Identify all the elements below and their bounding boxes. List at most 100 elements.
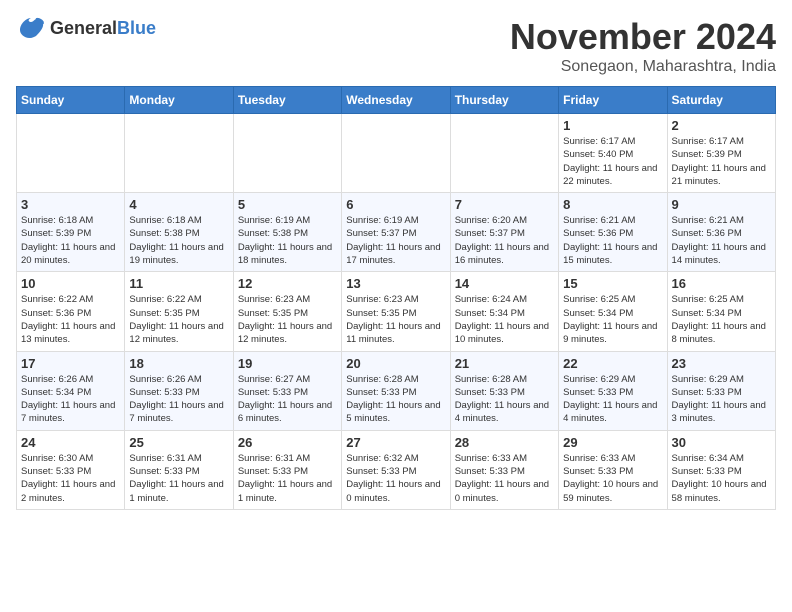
header-tuesday: Tuesday [233,87,341,114]
page-header: GeneralBlue November 2024 Sonegaon, Maha… [16,16,776,76]
day-info: Sunrise: 6:22 AM Sunset: 5:36 PM Dayligh… [21,293,120,346]
day-number: 16 [672,276,771,291]
day-cell: 8 Sunrise: 6:21 AM Sunset: 5:36 PM Daylig… [559,193,667,272]
day-info: Sunrise: 6:22 AM Sunset: 5:35 PM Dayligh… [129,293,228,346]
header-thursday: Thursday [450,87,558,114]
calendar-header: Sunday Monday Tuesday Wednesday Thursday… [17,87,776,114]
day-cell: 4 Sunrise: 6:18 AM Sunset: 5:38 PM Daylig… [125,193,233,272]
day-info: Sunrise: 6:19 AM Sunset: 5:38 PM Dayligh… [238,214,337,267]
week-row-3: 10Sunrise: 6:22 AM Sunset: 5:36 PM Dayli… [17,272,776,351]
day-cell: 11 Sunrise: 6:22 AM Sunset: 5:35 PM Dayli… [125,272,233,351]
day-info: Sunrise: 6:26 AM Sunset: 5:33 PM Dayligh… [129,373,228,426]
day-info: Sunrise: 6:28 AM Sunset: 5:33 PM Dayligh… [346,373,445,426]
title-block: November 2024 Sonegaon, Maharashtra, Ind… [510,16,776,76]
day-number: 24 [21,435,120,450]
day-info: Sunrise: 6:28 AM Sunset: 5:33 PM Dayligh… [455,373,554,426]
day-number: 9 [672,197,771,212]
day-cell: 18 Sunrise: 6:26 AM Sunset: 5:33 PM Dayli… [125,351,233,430]
day-info: Sunrise: 6:34 AM Sunset: 5:33 PM Dayligh… [672,452,771,505]
day-info: Sunrise: 6:18 AM Sunset: 5:38 PM Dayligh… [129,214,228,267]
day-number: 8 [563,197,662,212]
day-cell [125,114,233,193]
day-cell: 19 Sunrise: 6:27 AM Sunset: 5:33 PM Dayli… [233,351,341,430]
day-number: 15 [563,276,662,291]
day-number: 6 [346,197,445,212]
day-number: 12 [238,276,337,291]
day-number: 3 [21,197,120,212]
day-cell: 5Sunrise: 6:19 AM Sunset: 5:38 PM Daylig… [233,193,341,272]
day-number: 4 [129,197,228,212]
day-cell: 12Sunrise: 6:23 AM Sunset: 5:35 PM Dayli… [233,272,341,351]
day-number: 29 [563,435,662,450]
day-cell: 2Sunrise: 6:17 AM Sunset: 5:39 PM Daylig… [667,114,775,193]
day-info: Sunrise: 6:33 AM Sunset: 5:33 PM Dayligh… [563,452,662,505]
day-number: 2 [672,118,771,133]
day-cell [450,114,558,193]
header-row: Sunday Monday Tuesday Wednesday Thursday… [17,87,776,114]
day-info: Sunrise: 6:31 AM Sunset: 5:33 PM Dayligh… [238,452,337,505]
day-info: Sunrise: 6:27 AM Sunset: 5:33 PM Dayligh… [238,373,337,426]
day-info: Sunrise: 6:29 AM Sunset: 5:33 PM Dayligh… [672,373,771,426]
calendar-body: 1Sunrise: 6:17 AM Sunset: 5:40 PM Daylig… [17,114,776,510]
day-number: 21 [455,356,554,371]
day-cell: 16 Sunrise: 6:25 AM Sunset: 5:34 PM Dayli… [667,272,775,351]
day-cell: 15 Sunrise: 6:25 AM Sunset: 5:34 PM Dayli… [559,272,667,351]
day-cell [233,114,341,193]
day-cell: 30 Sunrise: 6:34 AM Sunset: 5:33 PM Dayli… [667,430,775,509]
day-info: Sunrise: 6:18 AM Sunset: 5:39 PM Dayligh… [21,214,120,267]
day-cell: 9 Sunrise: 6:21 AM Sunset: 5:36 PM Daylig… [667,193,775,272]
day-cell: 6 Sunrise: 6:19 AM Sunset: 5:37 PM Daylig… [342,193,450,272]
day-info: Sunrise: 6:24 AM Sunset: 5:34 PM Dayligh… [455,293,554,346]
day-cell: 13 Sunrise: 6:23 AM Sunset: 5:35 PM Dayli… [342,272,450,351]
day-cell: 29 Sunrise: 6:33 AM Sunset: 5:33 PM Dayli… [559,430,667,509]
day-cell: 27 Sunrise: 6:32 AM Sunset: 5:33 PM Dayli… [342,430,450,509]
day-info: Sunrise: 6:21 AM Sunset: 5:36 PM Dayligh… [563,214,662,267]
header-monday: Monday [125,87,233,114]
day-number: 30 [672,435,771,450]
logo: GeneralBlue [16,16,156,40]
day-info: Sunrise: 6:21 AM Sunset: 5:36 PM Dayligh… [672,214,771,267]
day-cell: 3 Sunrise: 6:18 AM Sunset: 5:39 PM Daylig… [17,193,125,272]
day-info: Sunrise: 6:33 AM Sunset: 5:33 PM Dayligh… [455,452,554,505]
day-cell: 25Sunrise: 6:31 AM Sunset: 5:33 PM Dayli… [125,430,233,509]
day-info: Sunrise: 6:25 AM Sunset: 5:34 PM Dayligh… [563,293,662,346]
day-info: Sunrise: 6:26 AM Sunset: 5:34 PM Dayligh… [21,373,120,426]
day-number: 1 [563,118,662,133]
day-info: Sunrise: 6:30 AM Sunset: 5:33 PM Dayligh… [21,452,120,505]
day-number: 28 [455,435,554,450]
week-row-2: 3 Sunrise: 6:18 AM Sunset: 5:39 PM Daylig… [17,193,776,272]
day-number: 22 [563,356,662,371]
day-info: Sunrise: 6:32 AM Sunset: 5:33 PM Dayligh… [346,452,445,505]
day-cell [17,114,125,193]
day-number: 18 [129,356,228,371]
day-cell: 24 Sunrise: 6:30 AM Sunset: 5:33 PM Dayli… [17,430,125,509]
location-title: Sonegaon, Maharashtra, India [510,58,776,76]
day-cell: 23 Sunrise: 6:29 AM Sunset: 5:33 PM Dayli… [667,351,775,430]
day-cell: 26 Sunrise: 6:31 AM Sunset: 5:33 PM Dayli… [233,430,341,509]
day-number: 27 [346,435,445,450]
day-number: 26 [238,435,337,450]
day-number: 7 [455,197,554,212]
day-number: 20 [346,356,445,371]
day-info: Sunrise: 6:29 AM Sunset: 5:33 PM Dayligh… [563,373,662,426]
header-wednesday: Wednesday [342,87,450,114]
day-info: Sunrise: 6:25 AM Sunset: 5:34 PM Dayligh… [672,293,771,346]
day-info: Sunrise: 6:19 AM Sunset: 5:37 PM Dayligh… [346,214,445,267]
day-number: 23 [672,356,771,371]
day-number: 13 [346,276,445,291]
day-info: Sunrise: 6:23 AM Sunset: 5:35 PM Dayligh… [346,293,445,346]
day-cell [342,114,450,193]
day-number: 19 [238,356,337,371]
day-cell: 21 Sunrise: 6:28 AM Sunset: 5:33 PM Dayli… [450,351,558,430]
week-row-5: 24 Sunrise: 6:30 AM Sunset: 5:33 PM Dayli… [17,430,776,509]
logo-text: GeneralBlue [50,18,156,39]
header-saturday: Saturday [667,87,775,114]
calendar-table: Sunday Monday Tuesday Wednesday Thursday… [16,86,776,510]
day-number: 14 [455,276,554,291]
day-cell: 14 Sunrise: 6:24 AM Sunset: 5:34 PM Dayli… [450,272,558,351]
day-info: Sunrise: 6:31 AM Sunset: 5:33 PM Dayligh… [129,452,228,505]
day-cell: 17Sunrise: 6:26 AM Sunset: 5:34 PM Dayli… [17,351,125,430]
day-cell: 22 Sunrise: 6:29 AM Sunset: 5:33 PM Dayli… [559,351,667,430]
day-number: 11 [129,276,228,291]
day-cell: 1Sunrise: 6:17 AM Sunset: 5:40 PM Daylig… [559,114,667,193]
